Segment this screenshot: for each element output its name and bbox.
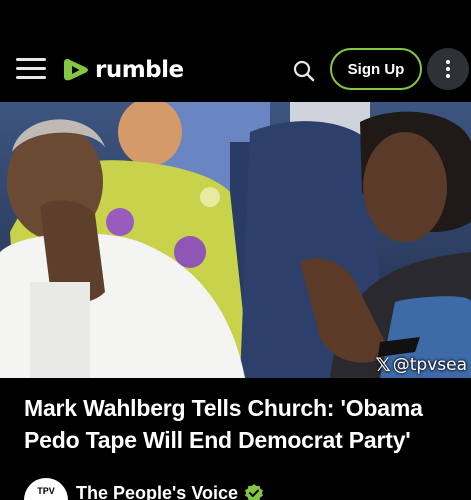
rumble-logo[interactable]: rumble	[62, 55, 184, 85]
watermark: 𝕏 @tpvsea	[375, 354, 467, 376]
thumbnail-image	[0, 102, 471, 378]
watermark-handle: @tpvsea	[392, 355, 467, 375]
search-icon[interactable]	[292, 59, 316, 83]
more-options-icon[interactable]	[427, 48, 469, 90]
top-spacer	[0, 0, 471, 36]
logo-wordmark: rumble	[95, 57, 184, 83]
channel-avatar[interactable]: TPV	[24, 478, 68, 500]
site-header: rumble Sign Up	[0, 36, 471, 102]
channel-name[interactable]: The People's Voice	[76, 483, 238, 500]
x-logo-icon: 𝕏	[375, 354, 391, 376]
video-thumbnail[interactable]: 𝕏 @tpvsea	[0, 102, 471, 378]
rumble-play-icon	[64, 59, 88, 81]
video-title[interactable]: Mark Wahlberg Tells Church: 'Obama Pedo …	[24, 392, 464, 456]
verified-badge-icon	[245, 484, 263, 500]
hamburger-menu-icon[interactable]	[16, 56, 46, 82]
sign-up-button[interactable]: Sign Up	[330, 48, 422, 90]
channel-link[interactable]: TPV The People's Voice	[24, 478, 264, 500]
